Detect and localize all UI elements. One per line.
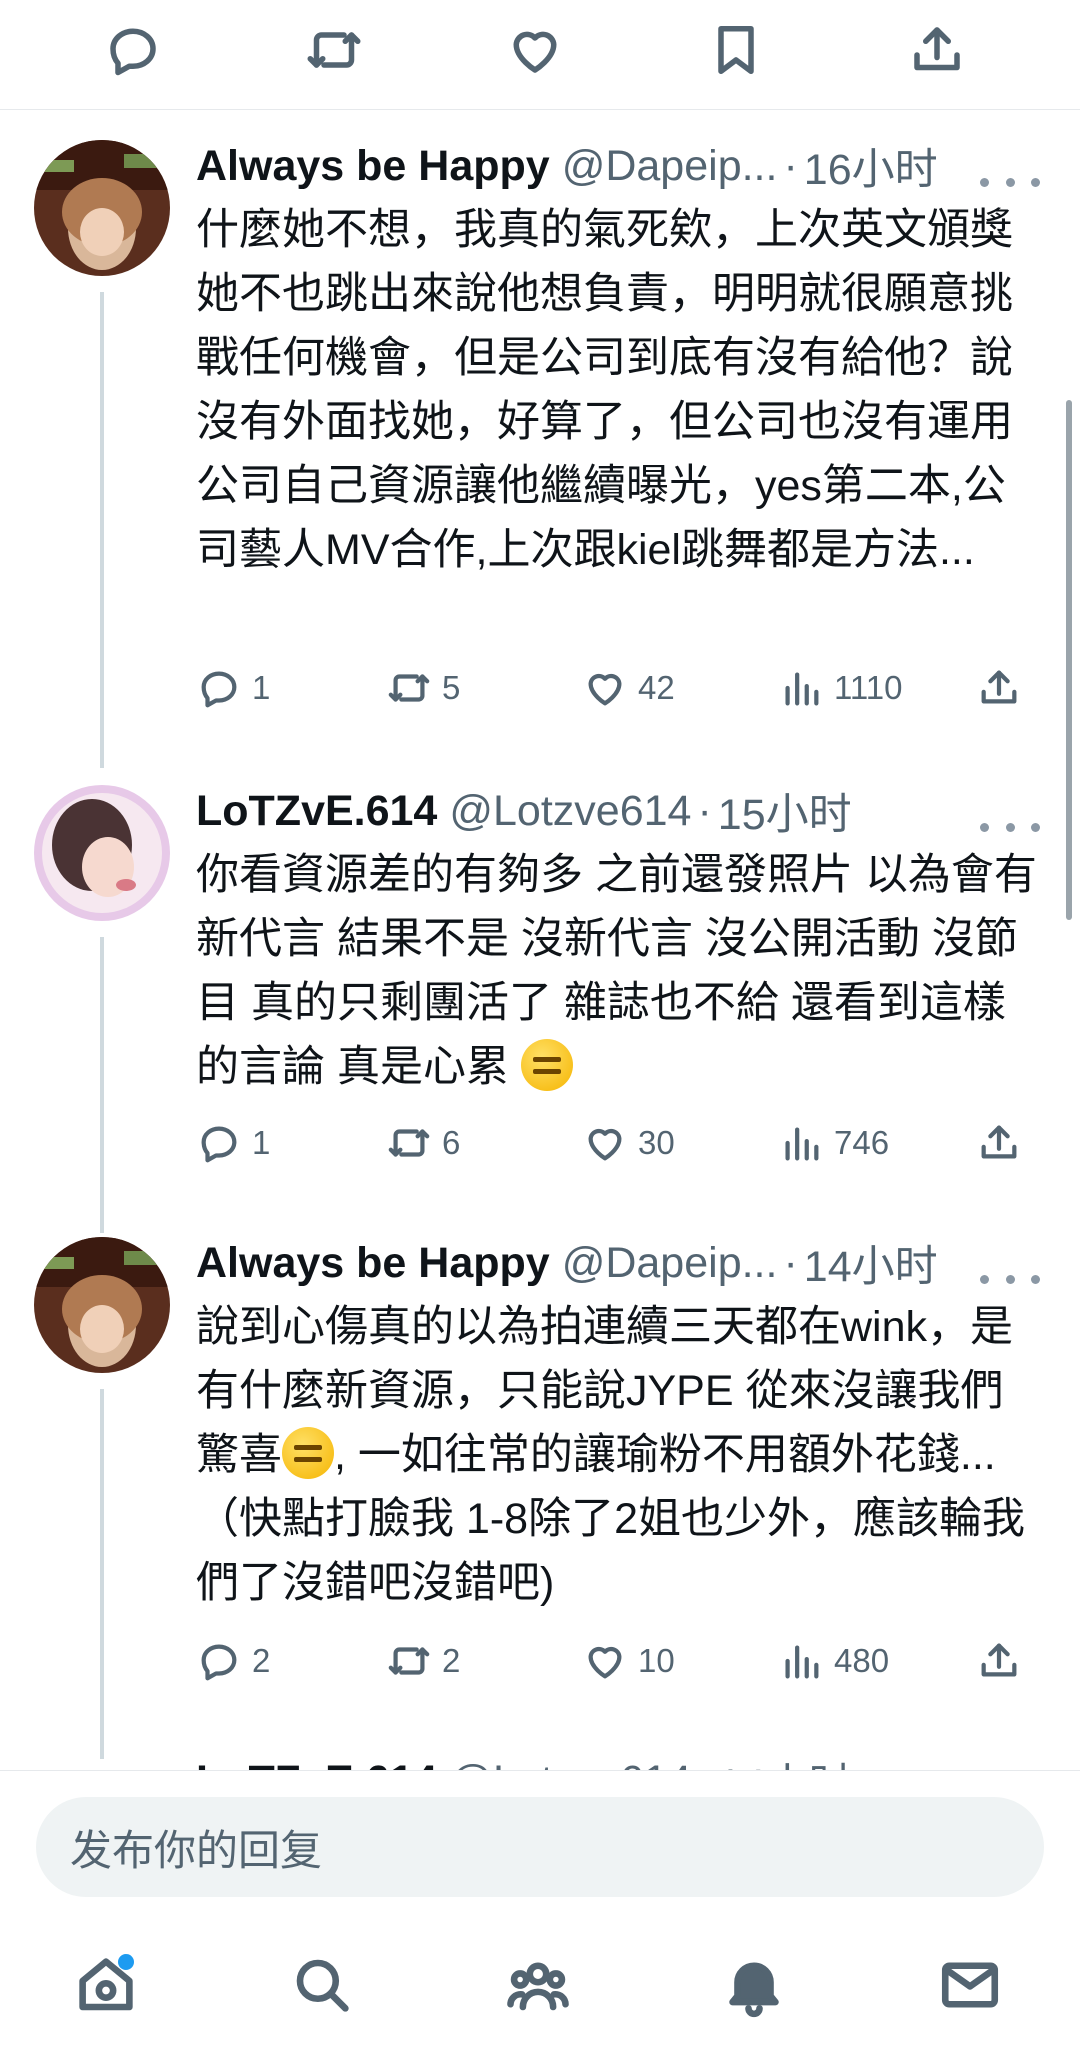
- author-name[interactable]: Always be Happy: [196, 142, 550, 191]
- tweet-text: 什麼她不想，我真的氣死欸，上次英文頒獎她不也跳出來說他想負責，明明就很願意挑戰任…: [196, 206, 1013, 574]
- tweet-actions: 2 2 10 480: [196, 1631, 1050, 1691]
- communities-icon[interactable]: [498, 1945, 578, 2025]
- reply-count: 1: [252, 669, 271, 706]
- tweet-text-body: 你看資源差的有夠多 之前還發照片 以為會有新代言 結果不是 沒新代言 沒公開活動…: [196, 851, 1037, 1091]
- author-name[interactable]: Always be Happy: [196, 1239, 550, 1288]
- tweet-text: 說到心傷真的以為拍連續三天都在wink，是有什麼新資源，只能說JYPE 從來沒讓…: [196, 1295, 1044, 1615]
- retweet-icon[interactable]: [298, 14, 370, 86]
- timestamp[interactable]: 15小时: [718, 785, 852, 837]
- separator: ·: [783, 141, 798, 190]
- reply-count: 2: [252, 1642, 271, 1679]
- retweet-button[interactable]: 2: [386, 1631, 460, 1691]
- reply-button[interactable]: 2: [196, 1631, 270, 1691]
- top-action-bar: [0, 0, 1080, 110]
- retweet-icon: [388, 1647, 430, 1675]
- reply-input[interactable]: 发布你的回复: [36, 1797, 1044, 1897]
- like-icon[interactable]: [499, 14, 571, 86]
- share-icon: [981, 1125, 1017, 1159]
- retweet-icon: [388, 1129, 430, 1157]
- reply-icon[interactable]: [97, 14, 169, 86]
- tweet-header: Always be Happy @Dapeip... · 14小时: [196, 1237, 1044, 1290]
- author-handle[interactable]: @Dapeip...: [562, 1239, 778, 1288]
- share-icon: [981, 1643, 1017, 1677]
- separator: ·: [697, 786, 712, 835]
- reply-button[interactable]: 1: [196, 658, 270, 718]
- view-count: 1110: [834, 669, 903, 706]
- author-handle[interactable]: @Dapeip...: [562, 142, 778, 191]
- thread-line: [100, 1389, 104, 1759]
- home-notification-dot: [118, 1954, 134, 1970]
- views-icon: [785, 672, 819, 706]
- share-button[interactable]: [976, 658, 1032, 718]
- grinning-squinting-face-emoji: [282, 1427, 334, 1479]
- tweet-actions: 1 5 42 1110: [196, 658, 1050, 718]
- share-button[interactable]: [976, 1631, 1032, 1691]
- retweet-icon: [388, 674, 430, 702]
- author-name[interactable]: LoTZvE.614: [196, 787, 437, 836]
- search-icon[interactable]: [282, 1945, 362, 2025]
- bookmark-icon[interactable]: [700, 14, 772, 86]
- views-icon: [785, 1127, 819, 1161]
- like-count: 42: [638, 669, 675, 706]
- view-count: 746: [834, 1124, 890, 1161]
- reply-icon: [201, 671, 237, 708]
- retweet-count: 5: [442, 669, 461, 706]
- retweet-count: 2: [442, 1642, 461, 1679]
- tweet-header: LoTZvE.614 @Lotzve614 · 15小时: [196, 785, 1044, 838]
- avatar[interactable]: [34, 785, 170, 921]
- views-icon: [785, 1645, 819, 1679]
- more-options-icon[interactable]: [980, 807, 1040, 847]
- like-count: 30: [638, 1124, 675, 1161]
- thread-line: [100, 937, 104, 1233]
- home-icon[interactable]: [66, 1945, 146, 2025]
- view-count: 480: [834, 1642, 890, 1679]
- more-options-icon[interactable]: [980, 1259, 1040, 1299]
- like-count: 10: [638, 1642, 675, 1679]
- share-button[interactable]: [976, 1113, 1032, 1173]
- timestamp[interactable]: 14小时: [804, 1237, 938, 1289]
- retweet-button[interactable]: 6: [386, 1113, 460, 1173]
- like-icon: [588, 673, 622, 706]
- scrollbar[interactable]: [1066, 400, 1072, 920]
- views-button[interactable]: 746: [778, 1113, 889, 1173]
- reply-icon: [201, 1126, 237, 1163]
- reply-icon: [201, 1644, 237, 1681]
- like-button[interactable]: 42: [582, 658, 675, 718]
- separator: ·: [783, 1238, 798, 1287]
- tweet-text: 你看資源差的有夠多 之前還發照片 以為會有新代言 結果不是 沒新代言 沒公開活動…: [196, 843, 1044, 1099]
- retweet-count: 6: [442, 1124, 461, 1161]
- more-options-icon[interactable]: [980, 162, 1040, 202]
- retweet-button[interactable]: 5: [386, 658, 460, 718]
- views-button[interactable]: 1110: [778, 658, 903, 718]
- reply-button[interactable]: 1: [196, 1113, 270, 1173]
- author-handle[interactable]: @Lotzve614: [449, 787, 691, 836]
- like-button[interactable]: 10: [582, 1631, 675, 1691]
- views-button[interactable]: 480: [778, 1631, 889, 1691]
- bottom-navigation: [0, 1915, 1080, 2053]
- avatar[interactable]: [34, 1237, 170, 1373]
- tweet-actions: 1 6 30 746: [196, 1113, 1050, 1173]
- messages-icon[interactable]: [930, 1945, 1010, 2025]
- like-icon: [588, 1128, 622, 1161]
- expressionless-face-emoji: [520, 1039, 573, 1091]
- like-button[interactable]: 30: [582, 1113, 675, 1173]
- reply-composer: 发布你的回复: [0, 1770, 1080, 1910]
- tweet-header: Always be Happy @Dapeip... · 16小时: [196, 140, 1044, 193]
- like-icon: [588, 1646, 622, 1679]
- avatar[interactable]: [34, 140, 170, 276]
- share-icon[interactable]: [901, 14, 973, 86]
- reply-count: 1: [252, 1124, 271, 1161]
- notifications-icon[interactable]: [714, 1945, 794, 2025]
- thread-line: [100, 292, 104, 768]
- share-icon: [981, 670, 1017, 704]
- timestamp[interactable]: 16小时: [804, 140, 938, 192]
